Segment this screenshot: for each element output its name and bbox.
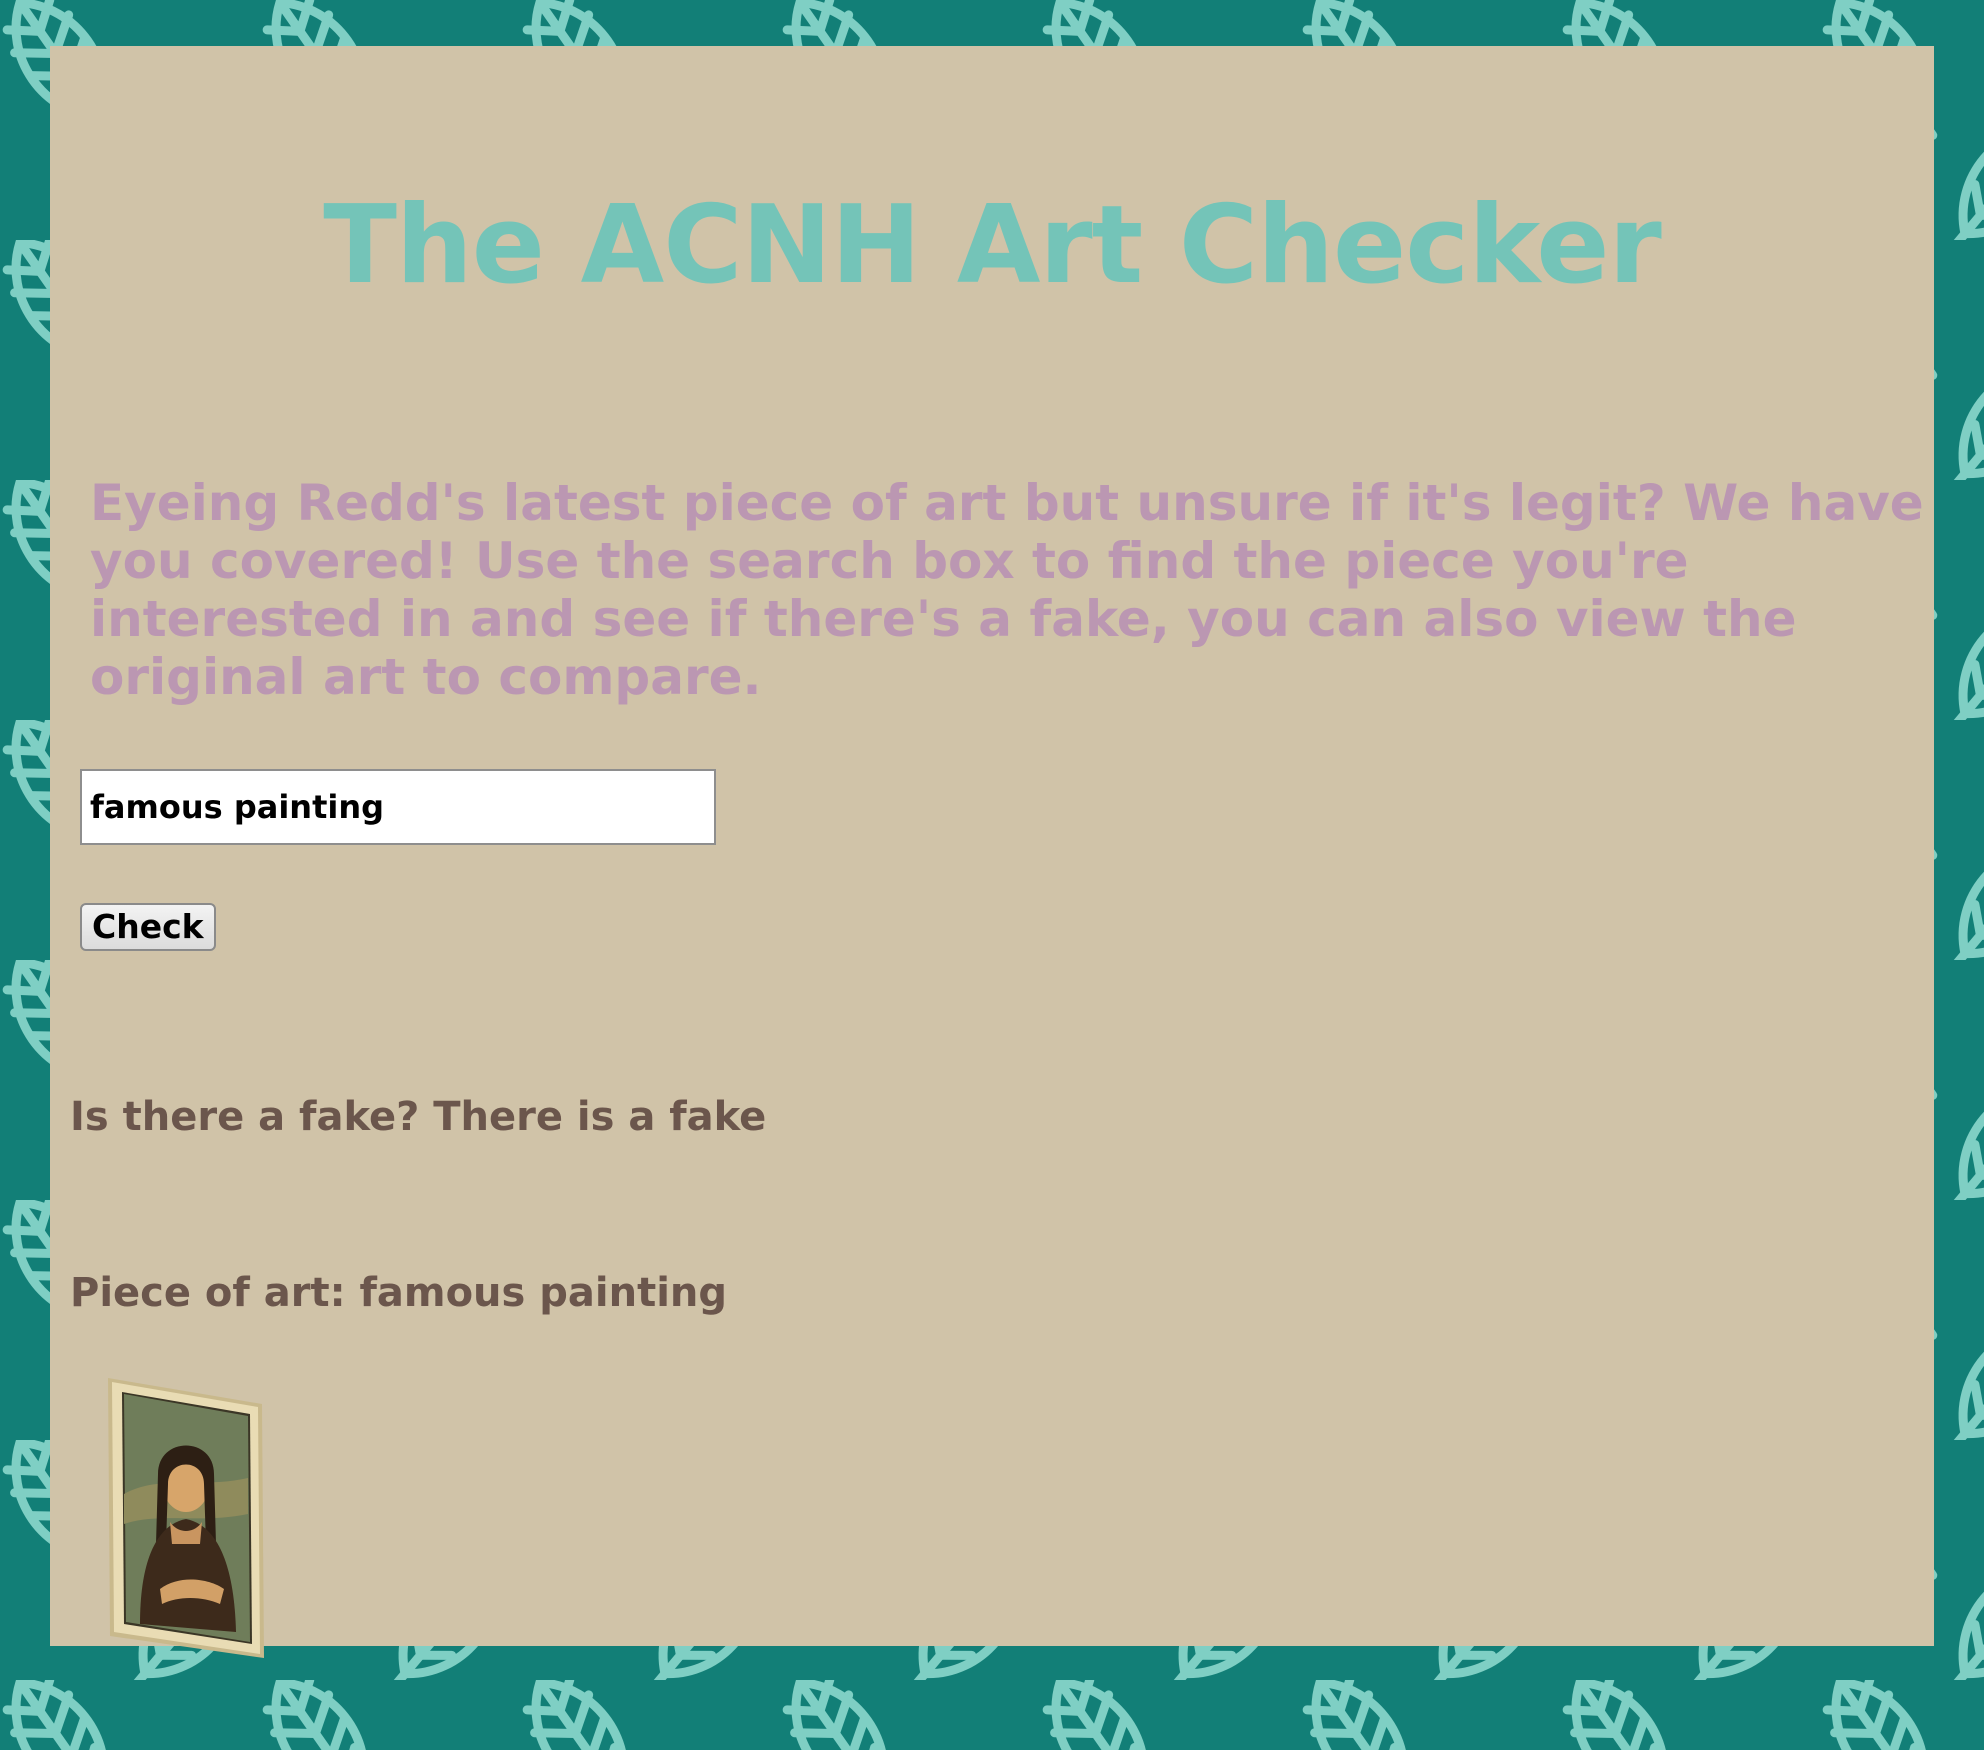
- intro-text: Eyeing Redd's latest piece of art but un…: [90, 474, 1924, 706]
- page-title: The ACNH Art Checker: [323, 183, 1662, 308]
- piece-of-art-text: Piece of art: famous painting: [70, 1270, 728, 1316]
- fake-result-text: Is there a fake? There is a fake: [70, 1094, 767, 1140]
- search-input[interactable]: [80, 769, 716, 845]
- framed-mona-lisa-painting-icon: [108, 1378, 264, 1658]
- main-panel: The ACNH Art Checker Eyeing Redd's lates…: [50, 46, 1934, 1658]
- check-button[interactable]: Check: [80, 903, 216, 951]
